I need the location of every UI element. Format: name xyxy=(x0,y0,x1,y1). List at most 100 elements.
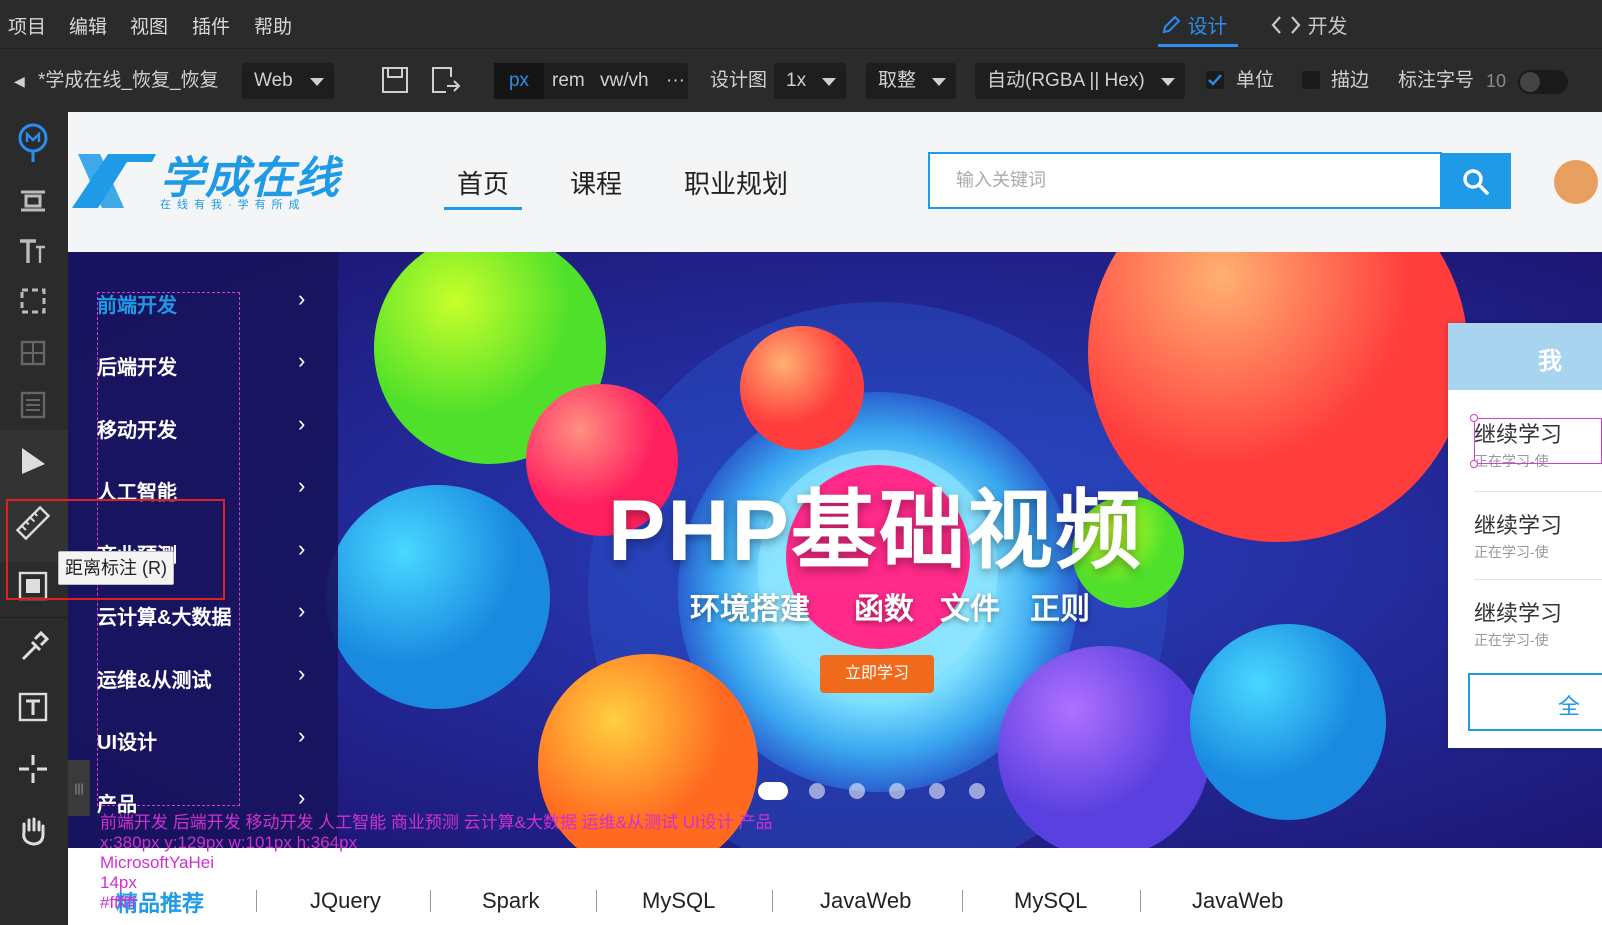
strip-divider xyxy=(596,890,597,912)
course-link[interactable]: MySQL xyxy=(1014,888,1087,914)
scale-select[interactable]: 1x xyxy=(774,63,846,99)
search-button[interactable] xyxy=(1441,153,1511,209)
learn-now-button[interactable]: 立即学习 xyxy=(820,655,934,693)
continue-sub: 正在学习-使 xyxy=(1474,632,1549,648)
carousel-dot-5[interactable] xyxy=(929,783,945,799)
resize-handle[interactable] xyxy=(1470,460,1478,468)
chevron-right-icon: › xyxy=(298,785,306,810)
crosshair-icon[interactable] xyxy=(14,750,52,788)
unit-checkbox[interactable] xyxy=(1206,71,1224,89)
file-title: *学成在线_恢复_恢复 xyxy=(38,70,219,91)
tool-tooltip: 距离标注 (R) xyxy=(58,551,174,585)
continue-title: 继续学习 xyxy=(1474,513,1563,538)
banner-sub-functions: 函数 xyxy=(854,593,914,626)
logo-x-icon xyxy=(72,154,156,208)
hero-banner[interactable]: 前端开发 后端开发 移动开发 人工智能 商业预测 云计算&大数据 运维&从测试 … xyxy=(68,252,1602,848)
design-canvas[interactable]: 学成在线 在线有我·学有所成 首页 课程 职业规划 输入关键词 前端开发 后端开… xyxy=(68,112,1602,925)
site-search xyxy=(928,152,1442,209)
course-link[interactable]: MySQL xyxy=(642,888,715,914)
unit-rem-button[interactable]: rem xyxy=(552,63,585,99)
font-size-slider[interactable] xyxy=(1518,70,1568,94)
category-mobile[interactable]: 移动开发 xyxy=(97,414,177,443)
annotation-color: #ffffff xyxy=(100,893,137,912)
align-icon[interactable] xyxy=(14,182,52,220)
menu-bar: 项目 编辑 视图 插件 帮助 设计 开发 xyxy=(0,0,1602,48)
course-link[interactable]: JavaWeb xyxy=(820,888,911,914)
design-tab-underline xyxy=(1158,44,1238,47)
carousel-dot-3[interactable] xyxy=(849,783,865,799)
menu-plugins[interactable]: 插件 xyxy=(192,12,230,39)
menu-project[interactable]: 项目 xyxy=(8,12,46,39)
all-courses-button[interactable]: 全 xyxy=(1468,673,1602,731)
course-link[interactable]: JavaWeb xyxy=(1192,888,1283,914)
carousel-dot-4[interactable] xyxy=(889,783,905,799)
banner-sub-setup: 环境搭建 xyxy=(690,593,810,626)
slice-tool-icon[interactable] xyxy=(14,334,52,372)
nav-career[interactable]: 职业规划 xyxy=(684,164,788,201)
avatar[interactable] xyxy=(1554,160,1598,204)
panel-drag-handle[interactable]: ||| xyxy=(68,760,90,816)
strip-divider xyxy=(772,890,773,912)
platform-select[interactable]: Web xyxy=(242,63,334,99)
rounding-select[interactable]: 取整 xyxy=(866,63,956,99)
strip-divider xyxy=(962,890,963,912)
logo-marker-icon[interactable] xyxy=(14,120,52,162)
unit-px-button[interactable]: px xyxy=(494,63,544,99)
tab-dev[interactable]: 开发 xyxy=(1270,10,1348,39)
design-scale-label: 设计图 xyxy=(710,70,768,91)
course-link[interactable]: Spark xyxy=(482,888,539,914)
banner-title: PHP基础视频 xyxy=(608,483,1143,579)
nav-courses[interactable]: 课程 xyxy=(570,164,622,201)
text-tool-icon[interactable] xyxy=(14,232,52,270)
tab-dev-label: 开发 xyxy=(1307,16,1348,38)
platform-value: Web xyxy=(254,70,293,91)
category-ops[interactable]: 运维&从测试 xyxy=(97,664,211,693)
color-format-value: 自动(RGBA || Hex) xyxy=(987,70,1145,91)
menu-view[interactable]: 视图 xyxy=(130,12,168,39)
course-link[interactable]: JQuery xyxy=(310,888,381,914)
chevron-right-icon: › xyxy=(298,473,306,498)
strip-divider xyxy=(430,890,431,912)
play-icon[interactable] xyxy=(14,442,52,480)
tool-divider xyxy=(0,617,68,618)
nav-home[interactable]: 首页 xyxy=(457,164,509,201)
chevron-right-icon: › xyxy=(298,723,306,748)
all-courses-label: 全 xyxy=(1558,694,1581,719)
panel-header: 我 xyxy=(1448,323,1602,390)
tab-design[interactable]: 设计 xyxy=(1160,10,1228,39)
caret-down-icon xyxy=(932,78,946,86)
carousel-dot-6[interactable] xyxy=(969,783,985,799)
rounding-value: 取整 xyxy=(878,70,917,91)
annotation-size: 14px xyxy=(100,873,137,892)
unit-vw-button[interactable]: vw/vh xyxy=(600,63,649,99)
menu-edit[interactable]: 编辑 xyxy=(69,12,107,39)
annotation-font-size-label: 标注字号 xyxy=(1398,70,1475,91)
banner-sub-files: 文件 xyxy=(940,593,1000,626)
stroke-checkbox-label: 描边 xyxy=(1331,70,1370,91)
search-input[interactable] xyxy=(930,154,1440,207)
hand-icon[interactable] xyxy=(14,812,52,850)
continue-item[interactable]: 继续学习 正在学习-使 xyxy=(1474,596,1562,650)
menu-help[interactable]: 帮助 xyxy=(254,12,292,39)
category-ui[interactable]: UI设计 xyxy=(97,726,157,755)
continue-item[interactable]: 继续学习 正在学习-使 xyxy=(1474,508,1562,562)
annotation-font: MicrosoftYaHei xyxy=(100,853,214,872)
carousel-dot-1[interactable] xyxy=(758,782,788,800)
unit-more-button[interactable]: ··· xyxy=(666,63,685,99)
text-box-icon[interactable] xyxy=(14,688,52,726)
color-format-select[interactable]: 自动(RGBA || Hex) xyxy=(975,63,1185,99)
save-icon[interactable] xyxy=(380,65,410,101)
collapse-arrow-icon[interactable]: ◀ xyxy=(14,63,25,99)
list-tool-icon[interactable] xyxy=(14,386,52,424)
resize-handle[interactable] xyxy=(1470,414,1478,422)
stroke-checkbox[interactable] xyxy=(1302,71,1320,89)
export-icon[interactable] xyxy=(430,65,462,101)
frame-tool-icon[interactable] xyxy=(14,282,52,320)
category-cloud[interactable]: 云计算&大数据 xyxy=(97,601,231,630)
category-frontend[interactable]: 前端开发 xyxy=(97,289,177,318)
eyedropper-icon[interactable] xyxy=(14,628,52,666)
banner-sub-regex: 正则 xyxy=(1030,593,1090,626)
category-backend[interactable]: 后端开发 xyxy=(97,351,177,380)
carousel-dot-2[interactable] xyxy=(809,783,825,799)
annotation-font-size-value: 10 xyxy=(1486,71,1507,91)
